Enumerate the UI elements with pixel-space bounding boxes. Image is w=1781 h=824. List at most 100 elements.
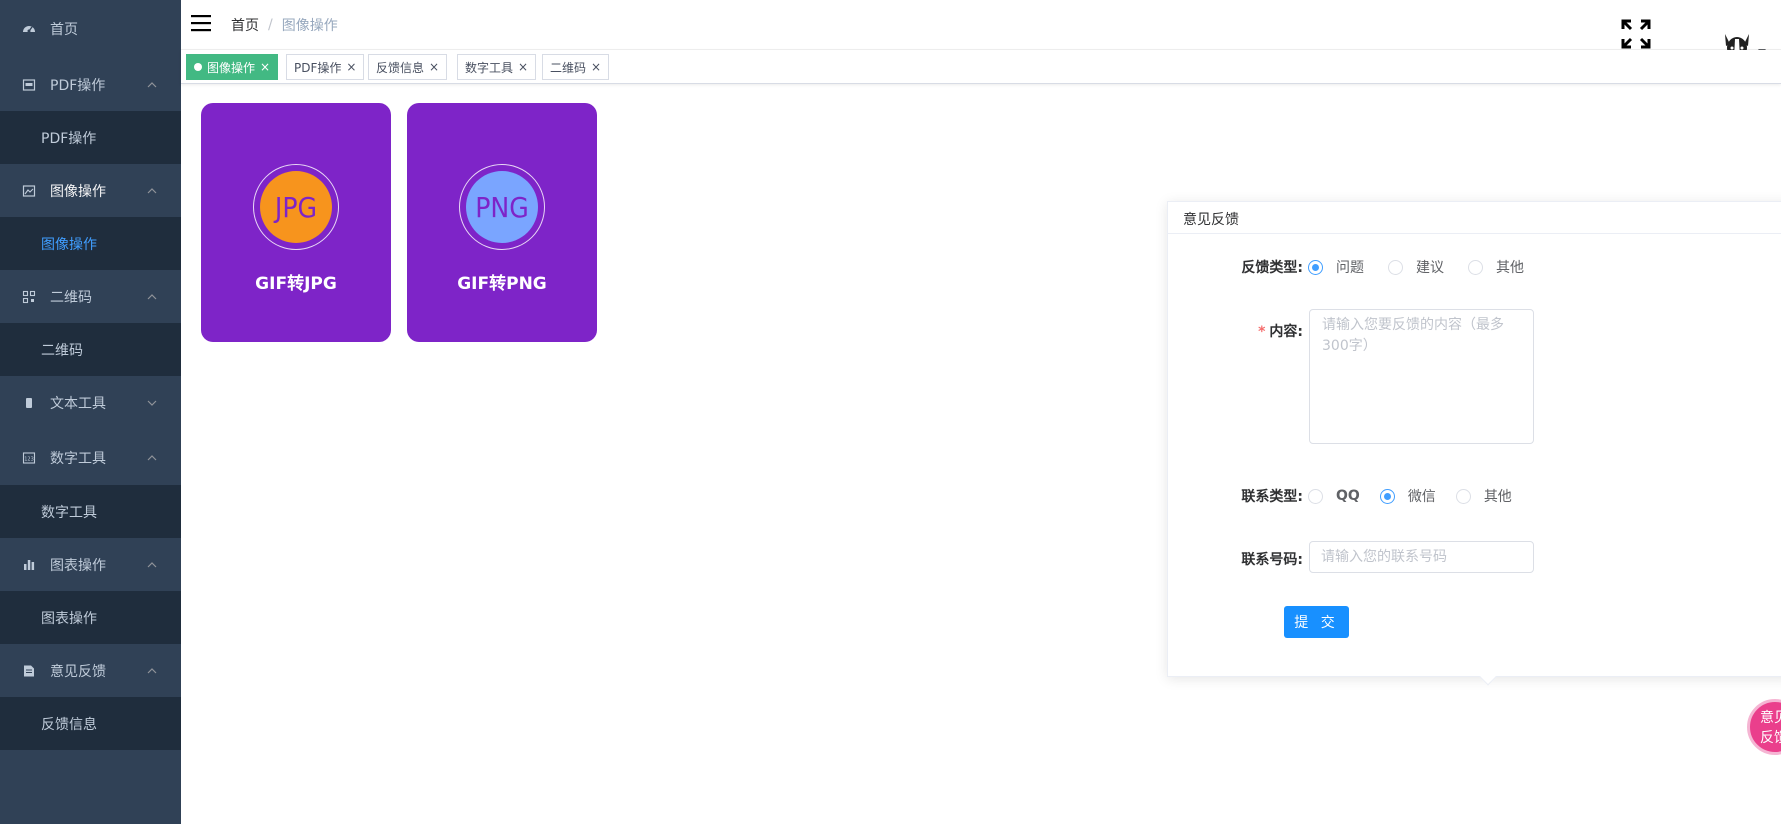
text-icon bbox=[21, 395, 37, 411]
close-icon[interactable]: × bbox=[518, 61, 528, 73]
close-icon[interactable]: × bbox=[346, 61, 356, 73]
sidebar-item-image[interactable]: 图像操作 bbox=[0, 164, 181, 217]
dashboard-icon bbox=[21, 21, 37, 37]
bar-chart-icon bbox=[21, 557, 37, 573]
image-icon bbox=[21, 183, 37, 199]
contact-number-label: 联系号码: bbox=[1241, 552, 1303, 568]
sidebar-item-label: PDF操作 bbox=[50, 77, 106, 94]
sidebar-item-label: 数字工具 bbox=[50, 450, 106, 467]
chevron-up-icon bbox=[147, 454, 157, 460]
sidebar-item-home[interactable]: 首页 bbox=[0, 2, 181, 55]
card-title: GIF转PNG bbox=[457, 274, 547, 294]
submenu-item-feedback-info[interactable]: 反馈信息 bbox=[0, 697, 181, 750]
sidebar-item-label: 首页 bbox=[50, 21, 78, 38]
submit-button[interactable]: 提 交 bbox=[1284, 606, 1349, 638]
tag-label: 数字工具 bbox=[465, 60, 514, 75]
radio-type-suggestion[interactable]: 建议 bbox=[1388, 257, 1444, 277]
radio-circle bbox=[1468, 259, 1483, 275]
radio-circle bbox=[1379, 488, 1395, 504]
close-icon[interactable]: × bbox=[260, 61, 270, 73]
sidebar-item-chart[interactable]: 图表操作 bbox=[0, 538, 181, 591]
card-gif-to-png[interactable]: PNG GIF转PNG bbox=[407, 103, 597, 342]
png-badge-icon: PNG bbox=[466, 171, 538, 243]
radio-circle bbox=[1308, 259, 1323, 275]
hamburger-icon[interactable] bbox=[191, 14, 213, 32]
submenu-item-pdf[interactable]: PDF操作 bbox=[0, 111, 181, 164]
card-gif-to-jpg[interactable]: JPG GIF转JPG bbox=[201, 103, 391, 342]
radio-type-other[interactable]: 其他 bbox=[1468, 257, 1524, 277]
chevron-up-icon bbox=[147, 187, 157, 193]
chevron-up-icon bbox=[147, 667, 157, 673]
chevron-up-icon bbox=[147, 81, 157, 87]
chevron-down-icon bbox=[147, 400, 157, 406]
number-icon: 123 bbox=[21, 450, 37, 466]
sidebar-item-label: 二维码 bbox=[50, 289, 92, 306]
tag-number-tools[interactable]: 数字工具 × bbox=[457, 54, 537, 80]
tags-view: 图像操作 × PDF操作 × 反馈信息 × 数字工具 × 二维码 × bbox=[181, 50, 1781, 84]
close-icon[interactable]: × bbox=[429, 61, 439, 73]
content-textarea[interactable] bbox=[1309, 309, 1534, 444]
chevron-up-icon bbox=[147, 293, 157, 299]
feedback-type-label: 反馈类型: bbox=[1241, 260, 1303, 276]
sidebar-item-text-tools[interactable]: 文本工具 bbox=[0, 376, 181, 429]
radio-contact-other[interactable]: 其他 bbox=[1455, 486, 1512, 506]
chevron-up-icon bbox=[147, 561, 157, 567]
tag-pdf-ops[interactable]: PDF操作 × bbox=[286, 54, 365, 80]
radio-label: QQ bbox=[1336, 488, 1360, 504]
sidebar-item-label: 意见反馈 bbox=[50, 663, 106, 680]
breadcrumb: 首页 / 图像操作 bbox=[231, 15, 338, 35]
contact-type-radio-group: QQ 微信 其他 bbox=[1308, 486, 1536, 506]
tag-feedback-info[interactable]: 反馈信息 × bbox=[368, 54, 448, 80]
breadcrumb-current: 图像操作 bbox=[281, 18, 338, 34]
feedback-float-button[interactable]: 意见 反馈 bbox=[1747, 699, 1781, 755]
card-title: GIF转JPG bbox=[255, 274, 337, 294]
required-mark: * bbox=[1258, 324, 1266, 340]
radio-circle bbox=[1388, 259, 1403, 275]
tag-label: 二维码 bbox=[550, 60, 587, 75]
content-label: * 内容: bbox=[1258, 321, 1303, 341]
tag-qrcode[interactable]: 二维码 × bbox=[542, 54, 610, 80]
sidebar-item-number-tools[interactable]: 123 数字工具 bbox=[0, 431, 181, 484]
feedback-form: 反馈类型: 问题 建议 其他 *内容: 联系类型: bbox=[1168, 202, 1781, 676]
sidebar: 首页 PDF操作 PDF操作 图像操作 图像操作 二维码 二维码 文本工具 12… bbox=[0, 0, 181, 824]
radio-label: 其他 bbox=[1483, 489, 1512, 505]
tag-image-ops[interactable]: 图像操作 × bbox=[186, 54, 279, 80]
submenu-item-qrcode[interactable]: 二维码 bbox=[0, 323, 181, 376]
submenu-item-number-tools[interactable]: 数字工具 bbox=[0, 485, 181, 538]
sidebar-item-pdf[interactable]: PDF操作 bbox=[0, 58, 181, 111]
content-label-text: 内容: bbox=[1269, 324, 1303, 340]
qrcode-icon bbox=[21, 289, 37, 305]
feedback-type-radio-group: 问题 建议 其他 bbox=[1308, 257, 1548, 277]
radio-type-problem[interactable]: 问题 bbox=[1308, 257, 1364, 277]
sidebar-item-label: 文本工具 bbox=[50, 395, 106, 412]
feedback-panel: 意见反馈 反馈类型: 问题 建议 其他 *内容: 联系类型: bbox=[1167, 201, 1781, 686]
submenu-item-chart[interactable]: 图表操作 bbox=[0, 591, 181, 644]
breadcrumb-home[interactable]: 首页 bbox=[231, 15, 259, 35]
radio-label: 其他 bbox=[1496, 260, 1524, 276]
pdf-icon bbox=[21, 77, 37, 93]
radio-label: 微信 bbox=[1407, 489, 1436, 505]
svg-text:123: 123 bbox=[24, 456, 34, 462]
tag-label: 反馈信息 bbox=[376, 60, 425, 75]
tag-label: 图像操作 bbox=[207, 60, 256, 75]
close-icon[interactable]: × bbox=[591, 61, 601, 73]
contact-number-input[interactable] bbox=[1309, 541, 1534, 573]
sidebar-item-label: 图像操作 bbox=[50, 183, 106, 200]
feedback-icon bbox=[21, 663, 37, 679]
sidebar-item-feedback[interactable]: 意见反馈 bbox=[0, 644, 181, 697]
bubble-text-line2: 反馈 bbox=[1760, 730, 1781, 746]
fullscreen-icon[interactable] bbox=[1621, 19, 1651, 49]
contact-type-label: 联系类型: bbox=[1241, 489, 1303, 505]
jpg-badge-icon: JPG bbox=[260, 171, 332, 243]
sidebar-item-label: 图表操作 bbox=[50, 557, 106, 574]
radio-contact-wechat[interactable]: 微信 bbox=[1379, 486, 1436, 506]
active-dot-icon bbox=[194, 63, 202, 71]
submenu-item-image[interactable]: 图像操作 bbox=[0, 217, 181, 270]
bubble-text-line1: 意见 bbox=[1760, 710, 1781, 726]
breadcrumb-separator: / bbox=[268, 17, 273, 33]
radio-circle bbox=[1308, 488, 1323, 504]
radio-contact-qq[interactable]: QQ bbox=[1308, 488, 1360, 504]
radio-circle bbox=[1455, 488, 1471, 504]
navbar: 首页 / 图像操作 bbox=[181, 0, 1781, 65]
sidebar-item-qrcode[interactable]: 二维码 bbox=[0, 270, 181, 323]
